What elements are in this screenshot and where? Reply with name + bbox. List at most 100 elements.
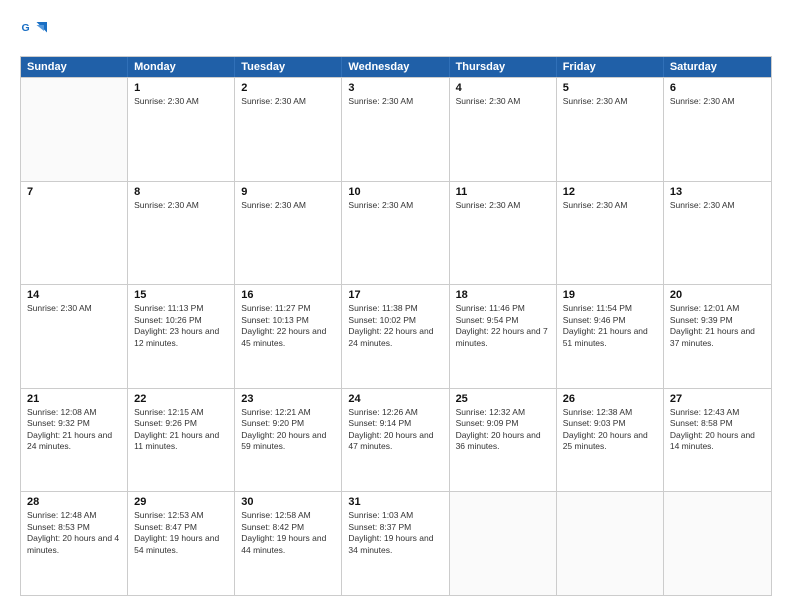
day-info: Sunrise: 11:38 PM Sunset: 10:02 PM Dayli… bbox=[348, 303, 442, 349]
svg-text:G: G bbox=[22, 22, 30, 34]
calendar-cell: 17 Sunrise: 11:38 PM Sunset: 10:02 PM Day… bbox=[342, 285, 449, 388]
calendar-cell: 25 Sunrise: 12:32 AM Sunset: 9:09 PM Dayl… bbox=[450, 389, 557, 492]
weekday-header: Thursday bbox=[450, 57, 557, 77]
calendar: SundayMondayTuesdayWednesdayThursdayFrid… bbox=[20, 56, 772, 596]
page-header: G bbox=[20, 16, 772, 46]
calendar-header: SundayMondayTuesdayWednesdayThursdayFrid… bbox=[21, 57, 771, 77]
day-number: 8 bbox=[134, 186, 228, 198]
day-number: 28 bbox=[27, 496, 121, 508]
day-number: 30 bbox=[241, 496, 335, 508]
day-info: Sunrise: 2:30 AM bbox=[348, 96, 442, 107]
weekday-header: Sunday bbox=[21, 57, 128, 77]
calendar-cell: 29 Sunrise: 12:53 AM Sunset: 8:47 PM Dayl… bbox=[128, 492, 235, 595]
day-number: 24 bbox=[348, 393, 442, 405]
day-number: 15 bbox=[134, 289, 228, 301]
calendar-cell: 21 Sunrise: 12:08 AM Sunset: 9:32 PM Dayl… bbox=[21, 389, 128, 492]
day-number: 23 bbox=[241, 393, 335, 405]
calendar-cell: 20 Sunrise: 12:01 AM Sunset: 9:39 PM Dayl… bbox=[664, 285, 771, 388]
calendar-cell bbox=[664, 492, 771, 595]
day-number: 25 bbox=[456, 393, 550, 405]
weekday-header: Tuesday bbox=[235, 57, 342, 77]
day-info: Sunrise: 2:30 AM bbox=[27, 303, 121, 314]
day-info: Sunrise: 2:30 AM bbox=[563, 200, 657, 211]
calendar-cell: 14 Sunrise: 2:30 AM bbox=[21, 285, 128, 388]
day-number: 4 bbox=[456, 82, 550, 94]
calendar-cell: 22Sunrise: 12:15 AM Sunset: 9:26 PM Dayl… bbox=[128, 389, 235, 492]
calendar-cell: 18Sunrise: 11:46 PM Sunset: 9:54 PM Dayl… bbox=[450, 285, 557, 388]
day-info: Sunrise: 12:21 AM Sunset: 9:20 PM Daylig… bbox=[241, 407, 335, 453]
calendar-cell: 19 Sunrise: 11:54 PM Sunset: 9:46 PM Dayl… bbox=[557, 285, 664, 388]
day-info: Sunrise: 2:30 AM bbox=[670, 200, 765, 211]
day-info: Sunrise: 11:54 PM Sunset: 9:46 PM Daylig… bbox=[563, 303, 657, 349]
day-number: 20 bbox=[670, 289, 765, 301]
calendar-cell: 30 Sunrise: 12:58 AM Sunset: 8:42 PM Dayl… bbox=[235, 492, 342, 595]
day-info: Sunrise: 12:38 AM Sunset: 9:03 PM Daylig… bbox=[563, 407, 657, 453]
calendar-cell: 8 Sunrise: 2:30 AM bbox=[128, 182, 235, 285]
day-info: Sunrise: 12:08 AM Sunset: 9:32 PM Daylig… bbox=[27, 407, 121, 453]
day-number: 14 bbox=[27, 289, 121, 301]
day-number: 21 bbox=[27, 393, 121, 405]
calendar-cell: 16Sunrise: 11:27 PM Sunset: 10:13 PM Day… bbox=[235, 285, 342, 388]
day-number: 3 bbox=[348, 82, 442, 94]
day-info: Sunrise: 12:43 AM Sunset: 8:58 PM Daylig… bbox=[670, 407, 765, 453]
calendar-cell: 31 Sunrise: 1:03 AM Sunset: 8:37 PM Dayli… bbox=[342, 492, 449, 595]
weekday-header: Friday bbox=[557, 57, 664, 77]
day-number: 7 bbox=[27, 186, 121, 198]
calendar-cell: 11Sunrise: 2:30 AM bbox=[450, 182, 557, 285]
day-number: 11 bbox=[456, 186, 550, 198]
weekday-header: Monday bbox=[128, 57, 235, 77]
day-info: Sunrise: 12:58 AM Sunset: 8:42 PM Daylig… bbox=[241, 510, 335, 556]
calendar-cell: 7 bbox=[21, 182, 128, 285]
day-info: Sunrise: 12:15 AM Sunset: 9:26 PM Daylig… bbox=[134, 407, 228, 453]
calendar-cell: 24 Sunrise: 12:26 AM Sunset: 9:14 PM Dayl… bbox=[342, 389, 449, 492]
day-number: 19 bbox=[563, 289, 657, 301]
day-info: Sunrise: 12:48 AM Sunset: 8:53 PM Daylig… bbox=[27, 510, 121, 556]
day-info: Sunrise: 2:30 AM bbox=[241, 200, 335, 211]
calendar-cell: 12 Sunrise: 2:30 AM bbox=[557, 182, 664, 285]
calendar-body: 1Sunrise: 2:30 AM 2 Sunrise: 2:30 AM 3 Sunri… bbox=[21, 77, 771, 595]
day-number: 6 bbox=[670, 82, 765, 94]
day-info: Sunrise: 1:03 AM Sunset: 8:37 PM Dayligh… bbox=[348, 510, 442, 556]
day-info: Sunrise: 12:26 AM Sunset: 9:14 PM Daylig… bbox=[348, 407, 442, 453]
calendar-row: 28 Sunrise: 12:48 AM Sunset: 8:53 PM Dayl… bbox=[21, 491, 771, 595]
weekday-header: Saturday bbox=[664, 57, 771, 77]
calendar-row: 21 Sunrise: 12:08 AM Sunset: 9:32 PM Dayl… bbox=[21, 388, 771, 492]
day-number: 26 bbox=[563, 393, 657, 405]
day-number: 2 bbox=[241, 82, 335, 94]
calendar-cell: 23 Sunrise: 12:21 AM Sunset: 9:20 PM Dayl… bbox=[235, 389, 342, 492]
day-number: 31 bbox=[348, 496, 442, 508]
day-number: 18 bbox=[456, 289, 550, 301]
day-info: Sunrise: 12:53 AM Sunset: 8:47 PM Daylig… bbox=[134, 510, 228, 556]
day-info: Sunrise: 2:30 AM bbox=[241, 96, 335, 107]
day-number: 13 bbox=[670, 186, 765, 198]
calendar-cell bbox=[450, 492, 557, 595]
day-info: Sunrise: 2:30 AM bbox=[348, 200, 442, 211]
day-info: Sunrise: 11:13 PM Sunset: 10:26 PM Dayli… bbox=[134, 303, 228, 349]
logo: G bbox=[20, 16, 54, 46]
calendar-cell: 3 Sunrise: 2:30 AM bbox=[342, 78, 449, 181]
day-info: Sunrise: 2:30 AM bbox=[134, 96, 228, 107]
calendar-row: 7 8 Sunrise: 2:30 AM 9 Sunrise: 2:30 AM 10 Sun… bbox=[21, 181, 771, 285]
calendar-cell: 26 Sunrise: 12:38 AM Sunset: 9:03 PM Dayl… bbox=[557, 389, 664, 492]
day-number: 27 bbox=[670, 393, 765, 405]
day-info: Sunrise: 2:30 AM bbox=[670, 96, 765, 107]
day-info: Sunrise: 2:30 AM bbox=[456, 96, 550, 107]
calendar-cell: 9 Sunrise: 2:30 AM bbox=[235, 182, 342, 285]
day-info: Sunrise: 2:30 AM bbox=[134, 200, 228, 211]
day-number: 17 bbox=[348, 289, 442, 301]
day-number: 12 bbox=[563, 186, 657, 198]
day-number: 29 bbox=[134, 496, 228, 508]
calendar-cell: 1Sunrise: 2:30 AM bbox=[128, 78, 235, 181]
day-number: 10 bbox=[348, 186, 442, 198]
calendar-cell: 28 Sunrise: 12:48 AM Sunset: 8:53 PM Dayl… bbox=[21, 492, 128, 595]
day-info: Sunrise: 2:30 AM bbox=[563, 96, 657, 107]
calendar-cell bbox=[557, 492, 664, 595]
day-number: 9 bbox=[241, 186, 335, 198]
day-info: Sunrise: 12:01 AM Sunset: 9:39 PM Daylig… bbox=[670, 303, 765, 349]
calendar-cell: 2 Sunrise: 2:30 AM bbox=[235, 78, 342, 181]
calendar-cell: 5Sunrise: 2:30 AM bbox=[557, 78, 664, 181]
day-info: Sunrise: 12:32 AM Sunset: 9:09 PM Daylig… bbox=[456, 407, 550, 453]
calendar-cell: 4 Sunrise: 2:30 AM bbox=[450, 78, 557, 181]
calendar-cell: 27 Sunrise: 12:43 AM Sunset: 8:58 PM Dayl… bbox=[664, 389, 771, 492]
calendar-row: 1Sunrise: 2:30 AM 2 Sunrise: 2:30 AM 3 Sunri… bbox=[21, 77, 771, 181]
